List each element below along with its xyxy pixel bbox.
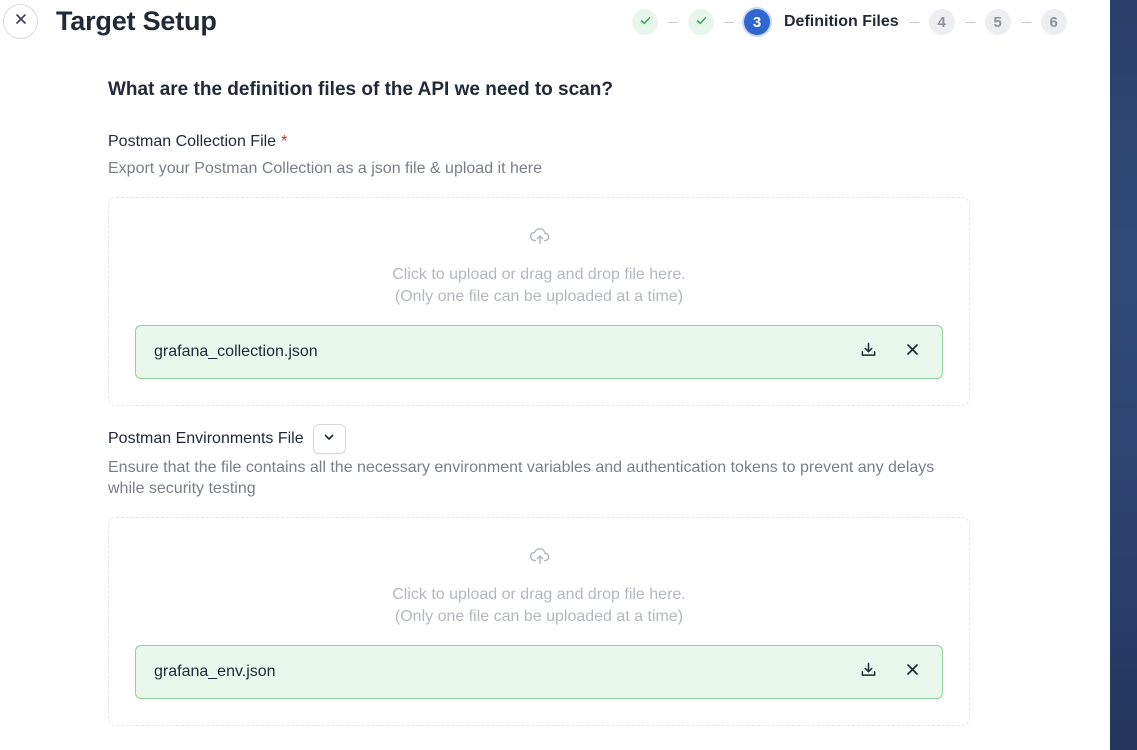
close-icon (906, 343, 919, 361)
step-separator (908, 21, 919, 23)
download-icon (860, 341, 877, 363)
remove-file-button[interactable] (898, 658, 926, 686)
step-1-completed[interactable] (632, 9, 658, 35)
environments-description: Ensure that the file contains all the ne… (108, 459, 935, 497)
collection-dropzone[interactable]: Click to upload or drag and drop file he… (108, 197, 970, 406)
close-icon (906, 663, 919, 681)
close-icon (14, 12, 28, 31)
dropzone-instructions: Click to upload or drag and drop file he… (392, 266, 686, 283)
environments-label-text: Postman Environments File (108, 430, 304, 447)
dropzone-hint: (Only one file can be uploaded at a time… (394, 288, 684, 305)
uploaded-file-row: grafana_collection.json (135, 325, 943, 379)
step-separator (964, 21, 975, 23)
close-button[interactable] (3, 4, 38, 39)
step-separator (1020, 21, 1031, 23)
step-3-label: Definition Files (784, 13, 899, 30)
background-strip (1110, 0, 1137, 750)
chevron-down-icon (323, 430, 335, 448)
collection-label-text: Postman Collection File (108, 133, 277, 150)
download-icon (860, 661, 877, 683)
environments-toggle-button[interactable] (312, 424, 346, 454)
check-icon (639, 14, 652, 31)
upload-cloud-icon (529, 225, 551, 247)
download-button[interactable] (854, 658, 882, 686)
page-title: Target Setup (56, 6, 217, 36)
environments-label: Postman Environments File (108, 424, 346, 454)
check-icon (695, 14, 708, 31)
stepper: 3 Definition Files 4 5 6 (632, 9, 1067, 35)
dropzone-instructions: Click to upload or drag and drop file he… (392, 586, 686, 603)
uploaded-file-row: grafana_env.json (135, 645, 943, 699)
required-marker: * (281, 133, 288, 150)
step-separator (724, 21, 734, 23)
step-separator (668, 21, 678, 23)
file-name: grafana_collection.json (154, 343, 318, 360)
page-header: Target Setup 3 Definition Files 4 5 6 (0, 0, 1110, 46)
step-5-pending[interactable]: 5 (984, 9, 1011, 35)
step-6-pending[interactable]: 6 (1040, 9, 1067, 35)
step-4-pending[interactable]: 4 (928, 9, 955, 35)
section-question: What are the definition files of the API… (108, 79, 613, 100)
collection-description: Export your Postman Collection as a json… (108, 160, 543, 177)
upload-cloud-icon (529, 545, 551, 567)
remove-file-button[interactable] (898, 338, 926, 366)
step-2-completed[interactable] (688, 9, 714, 35)
collection-label: Postman Collection File * (108, 133, 287, 151)
download-button[interactable] (854, 338, 882, 366)
file-name: grafana_env.json (154, 663, 276, 680)
dropzone-hint: (Only one file can be uploaded at a time… (394, 608, 684, 625)
environments-dropzone[interactable]: Click to upload or drag and drop file he… (108, 517, 970, 726)
step-3-active[interactable]: 3 (744, 9, 770, 35)
